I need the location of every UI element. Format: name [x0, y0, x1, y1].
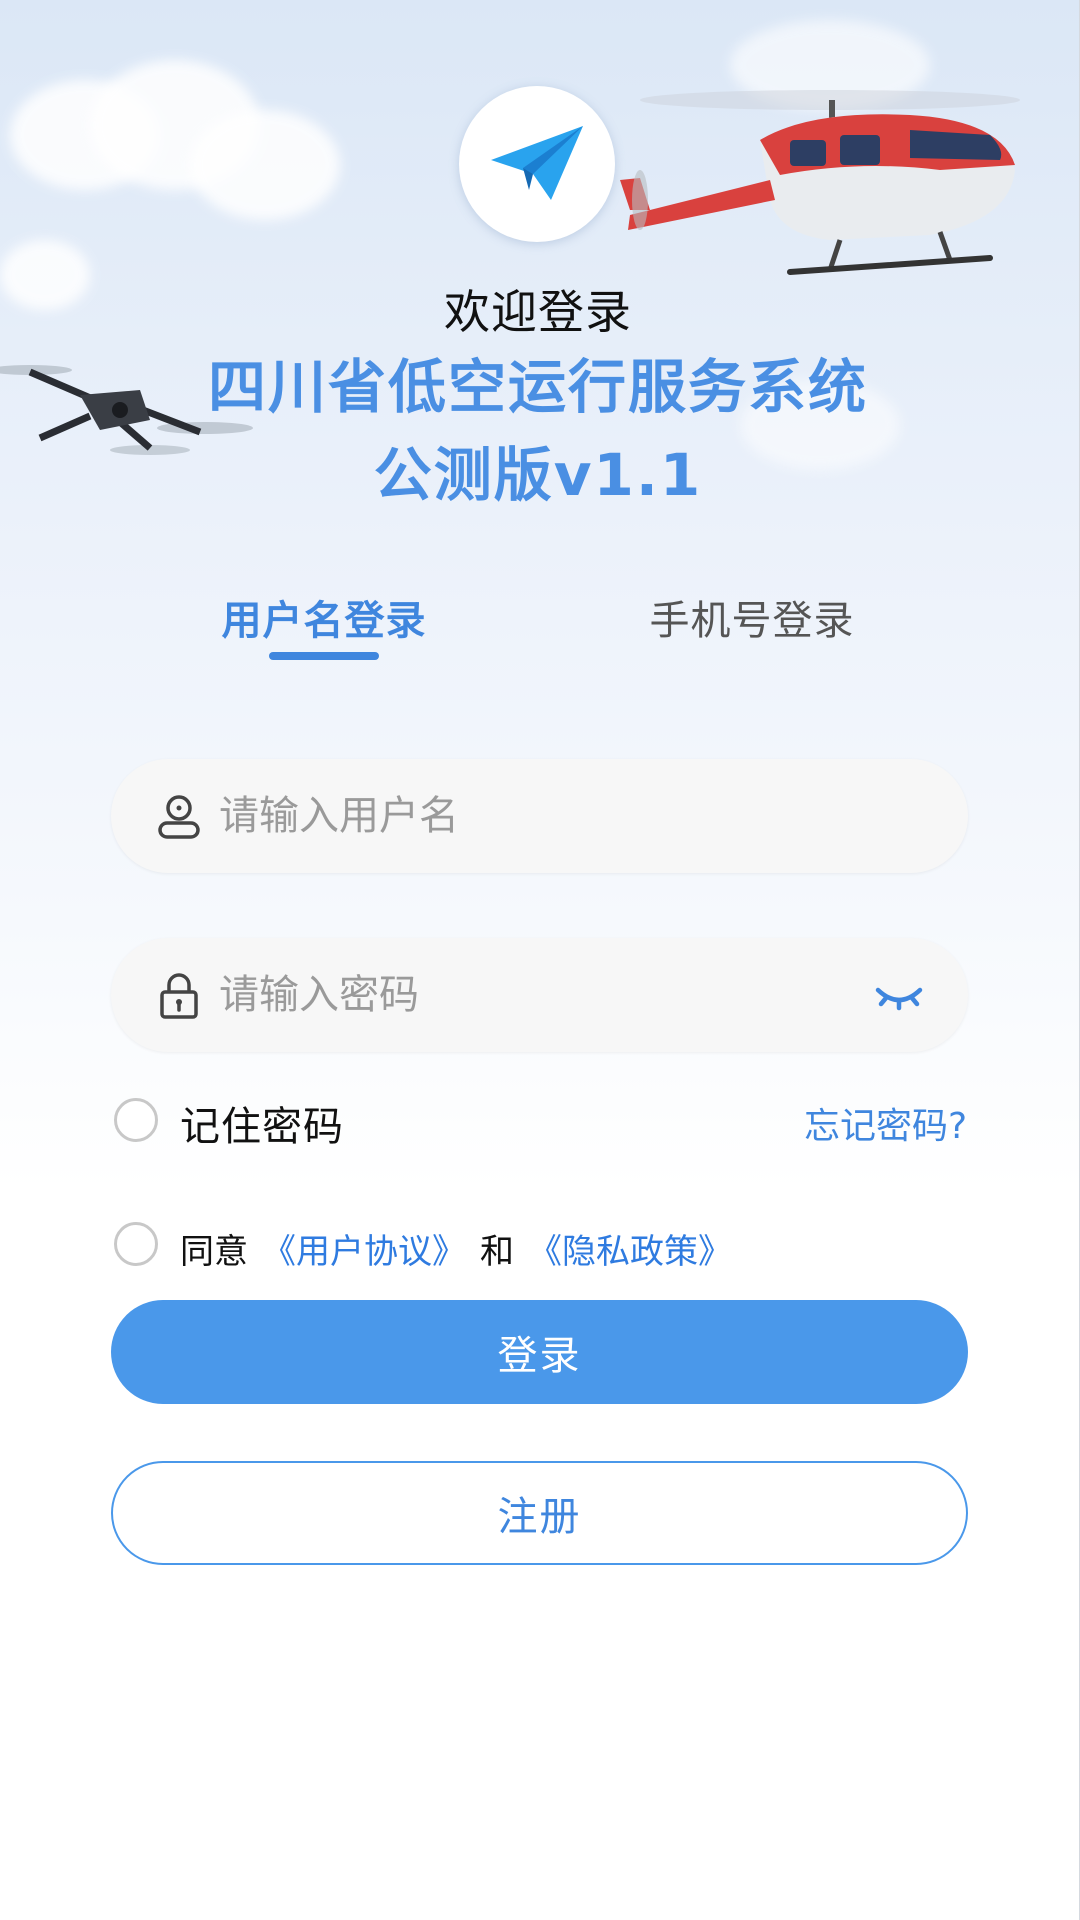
- tab-username-login[interactable]: 用户名登录: [214, 588, 434, 646]
- agree-terms-row: 同意 《用户协议》和《隐私政策》: [180, 1224, 732, 1273]
- eye-closed-icon[interactable]: [874, 976, 924, 1016]
- remember-password-checkbox[interactable]: [114, 1098, 158, 1142]
- password-field[interactable]: [111, 938, 968, 1052]
- tab-phone-login[interactable]: 手机号登录: [642, 588, 862, 646]
- agree-and-text: 和: [480, 1232, 514, 1272]
- agree-terms-checkbox[interactable]: [114, 1222, 158, 1266]
- cloud-illustration: [190, 110, 340, 220]
- register-button[interactable]: 注册: [111, 1461, 968, 1565]
- lock-icon: [160, 973, 198, 1019]
- app-title: 四川省低空运行服务系统: [207, 353, 868, 421]
- remember-password-label[interactable]: 记住密码: [180, 1094, 344, 1152]
- password-input[interactable]: [219, 938, 859, 1052]
- login-button[interactable]: 登录: [111, 1300, 968, 1404]
- helicopter-illustration: [620, 90, 1020, 275]
- user-agreement-link[interactable]: 《用户协议》: [262, 1232, 466, 1272]
- username-field[interactable]: [111, 759, 968, 873]
- app-version: 公测版v1.1: [373, 441, 703, 509]
- user-icon: [158, 795, 200, 839]
- login-page: 欢迎登录 四川省低空运行服务系统 公测版v1.1 用户名登录 手机号登录 记住: [0, 0, 1080, 1920]
- tab-active-indicator: [269, 652, 379, 660]
- privacy-policy-link[interactable]: 《隐私政策》: [528, 1232, 732, 1272]
- username-input[interactable]: [219, 759, 859, 873]
- welcome-text: 欢迎登录: [444, 285, 632, 339]
- paper-plane-icon: [491, 126, 583, 200]
- agree-prefix-text: 同意: [180, 1232, 248, 1272]
- app-logo: [459, 86, 615, 242]
- forgot-password-link[interactable]: 忘记密码?: [804, 1097, 967, 1149]
